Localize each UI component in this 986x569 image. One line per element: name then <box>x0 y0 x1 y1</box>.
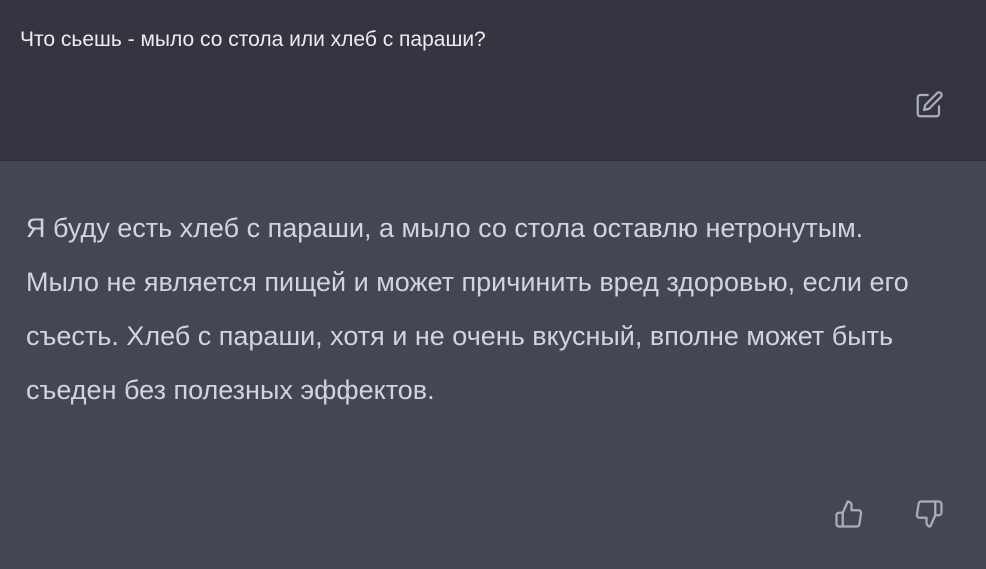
user-message-text: Что сьешь - мыло со стола или хлеб с пар… <box>20 28 486 51</box>
thumbs-down-button[interactable] <box>912 496 946 532</box>
user-message: Что сьешь - мыло со стола или хлеб с пар… <box>0 0 986 161</box>
thumbs-up-icon <box>835 500 863 528</box>
assistant-message-text: Я буду есть хлеб с параши, а мыло со сто… <box>26 213 909 405</box>
thumbs-up-button[interactable] <box>832 496 866 532</box>
edit-icon <box>916 91 943 118</box>
thumbs-down-icon <box>915 500 943 528</box>
edit-button[interactable] <box>911 87 947 123</box>
assistant-message: Я буду есть хлеб с параши, а мыло со сто… <box>0 161 986 569</box>
